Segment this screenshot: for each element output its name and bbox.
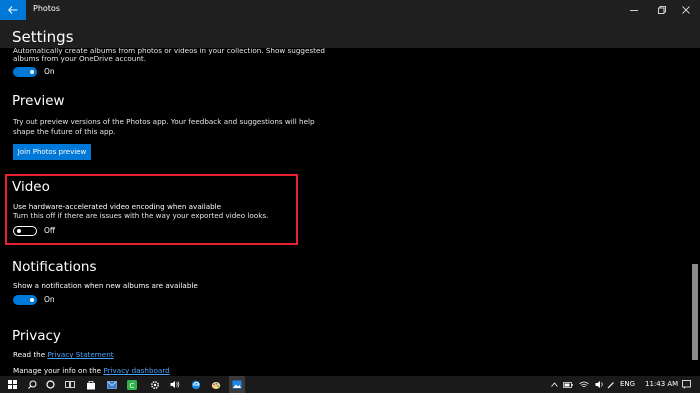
language-indicator[interactable]: ENG [620, 380, 635, 388]
tray-volume[interactable] [594, 376, 606, 393]
wifi-icon [579, 381, 589, 387]
back-arrow-icon [8, 6, 18, 14]
title-bar: Photos [0, 0, 700, 20]
cortana-button[interactable] [42, 376, 58, 393]
tray-battery[interactable] [562, 376, 574, 393]
app-title: Photos [33, 4, 60, 13]
albums-desc-line2: albums from your OneDrive account. [13, 54, 147, 63]
edge-icon [191, 380, 201, 389]
taskbar-photos[interactable] [229, 376, 245, 393]
gear-icon [151, 380, 159, 389]
join-preview-button[interactable]: Join Photos preview [13, 144, 91, 160]
search-button[interactable] [24, 376, 40, 393]
cortana-icon [45, 380, 55, 389]
scrollbar-thumb[interactable] [692, 264, 698, 360]
privacy-manage-prefix: Manage your info on the [13, 366, 104, 375]
privacy-read-prefix: Read the [13, 350, 48, 359]
clock[interactable]: 11:43 AM [645, 380, 678, 388]
tray-pen[interactable] [606, 376, 616, 393]
taskbar-mail[interactable] [104, 376, 120, 393]
privacy-statement-line: Read the Privacy Statement [13, 350, 114, 360]
speaker-icon [170, 381, 180, 388]
camtasia-icon: C [127, 379, 137, 390]
tray-chevron[interactable] [548, 376, 560, 393]
taskbar-paint[interactable] [208, 376, 224, 393]
taskbar-audio-app[interactable] [167, 376, 183, 393]
minimize-icon [630, 10, 638, 11]
action-center-button[interactable] [679, 376, 693, 393]
notifications-toggle[interactable] [13, 295, 37, 305]
task-view-icon [65, 381, 75, 388]
privacy-section-title: Privacy [12, 328, 61, 344]
search-icon [27, 380, 36, 389]
privacy-dashboard-link[interactable]: Privacy dashboard [103, 366, 169, 375]
close-icon [682, 6, 690, 14]
windows-icon [7, 380, 17, 389]
close-button[interactable] [672, 0, 700, 20]
taskbar-store[interactable] [83, 376, 99, 393]
svg-text:C: C [130, 382, 135, 390]
store-bag-icon [87, 380, 95, 389]
pen-icon [607, 381, 614, 388]
notifications-section-title: Notifications [12, 259, 97, 275]
settings-header [0, 20, 700, 48]
task-view-button[interactable] [62, 376, 78, 393]
volume-icon [595, 381, 603, 388]
taskbar: C ENG 11:43 AM [0, 376, 700, 393]
page-title: Settings [12, 28, 74, 46]
notifications-setting-label: Show a notification when new albums are … [13, 281, 198, 290]
restore-icon [658, 6, 666, 14]
taskbar-camtasia[interactable]: C [124, 376, 140, 393]
scrollbar[interactable] [690, 48, 700, 376]
battery-icon [563, 381, 573, 388]
albums-toggle-label: On [44, 67, 55, 76]
albums-toggle[interactable] [13, 67, 37, 77]
preview-desc-line2: shape the future of this app. [13, 127, 116, 136]
tray-network[interactable] [578, 376, 590, 393]
taskbar-settings[interactable] [147, 376, 163, 393]
notification-icon [681, 380, 691, 389]
preview-section-title: Preview [12, 93, 65, 109]
privacy-dashboard-line: Manage your info on the Privacy dashboar… [13, 366, 170, 376]
video-highlight-box [5, 174, 298, 245]
notifications-toggle-label: On [44, 295, 55, 304]
minimize-button[interactable] [620, 0, 648, 20]
privacy-statement-link[interactable]: Privacy Statement [47, 350, 113, 359]
back-button[interactable] [0, 0, 26, 20]
preview-desc-line1: Try out preview versions of the Photos a… [13, 117, 315, 126]
chevron-up-icon [550, 382, 558, 387]
mail-icon [107, 380, 117, 389]
taskbar-edge[interactable] [188, 376, 204, 393]
paint-icon [211, 381, 221, 389]
photos-icon [232, 380, 242, 389]
start-button[interactable] [4, 376, 20, 393]
